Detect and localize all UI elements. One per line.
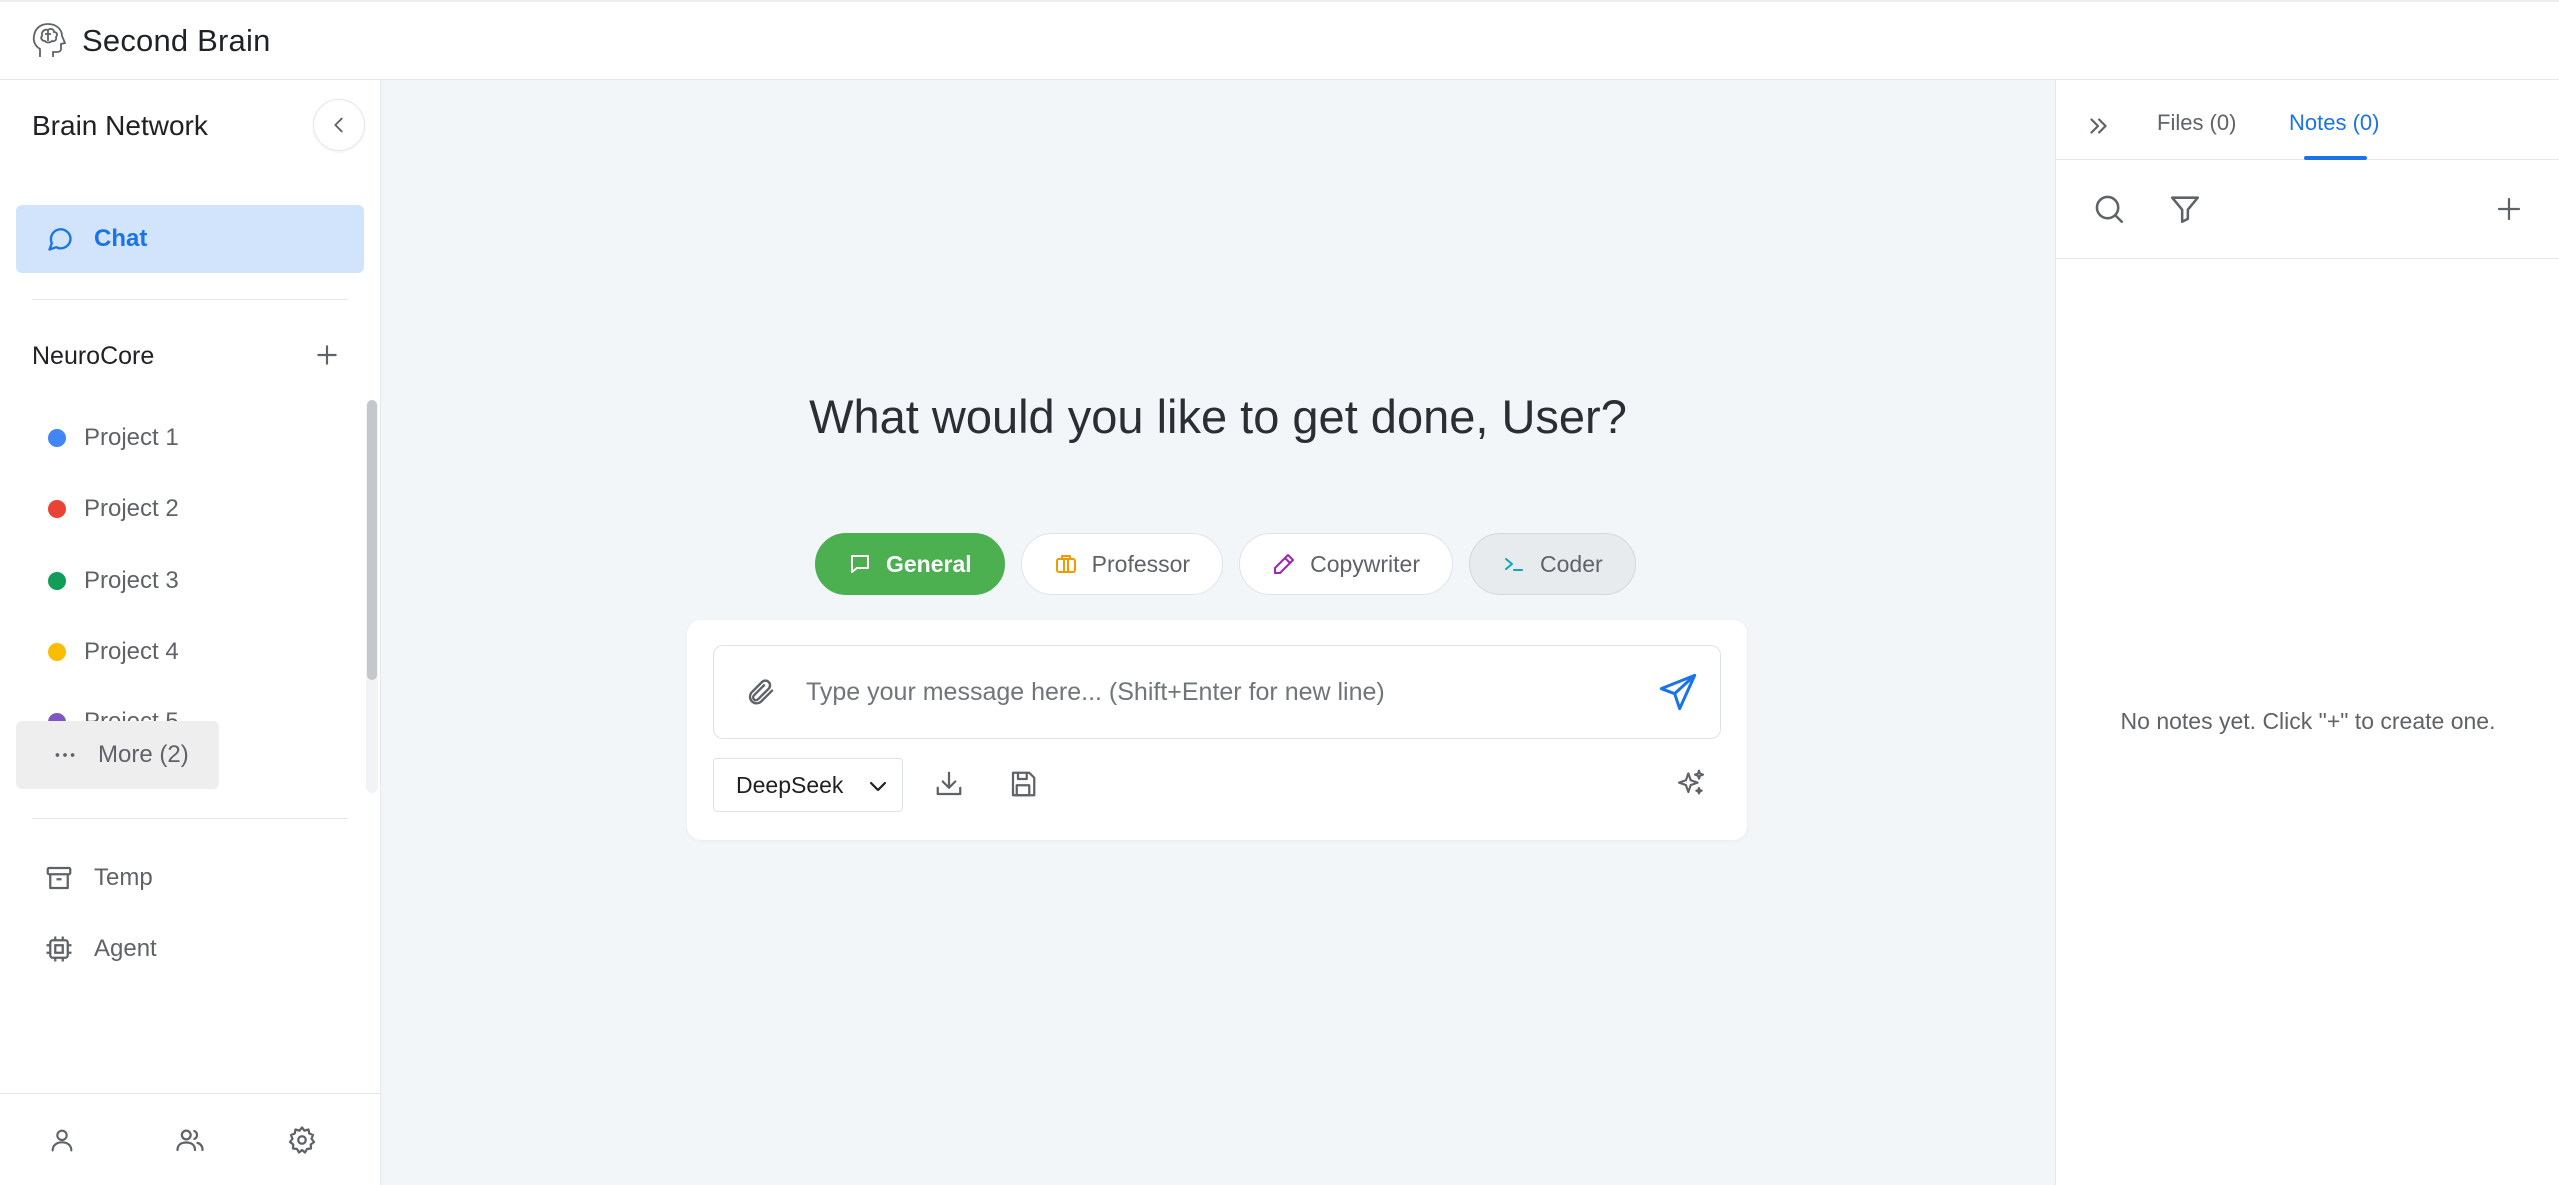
welcome-headline: What would you like to get done, User? <box>809 390 1627 443</box>
plus-icon <box>2497 197 2521 221</box>
main-content: What would you like to get done, User? G… <box>381 80 2055 1185</box>
message-square-icon <box>851 555 869 573</box>
project-scrollbar-thumb[interactable] <box>367 400 377 680</box>
add-project-button[interactable] <box>310 338 344 372</box>
briefcase-icon <box>1055 555 1076 573</box>
archive-icon <box>46 866 72 890</box>
project-color-dot <box>48 572 66 590</box>
filter-notes-button[interactable] <box>2164 188 2206 230</box>
sidebar-item-label: Agent <box>94 935 157 962</box>
mode-label: General <box>886 550 972 577</box>
project-color-dot <box>48 643 66 661</box>
settings-button[interactable] <box>282 1120 322 1160</box>
mode-label: Professor <box>1091 550 1191 577</box>
sidebar-item-temp[interactable]: Temp <box>44 858 153 898</box>
notes-empty-state: No notes yet. Click "+" to create one. <box>2120 708 2496 734</box>
sidebar-header: Brain Network <box>32 110 208 141</box>
model-select-value: DeepSeek <box>736 771 844 798</box>
users-icon <box>176 1129 204 1152</box>
search-notes-button[interactable] <box>2088 188 2130 230</box>
project-item[interactable]: Project 1 <box>48 418 179 458</box>
save-button[interactable] <box>1003 764 1043 804</box>
project-item[interactable]: Project 4 <box>48 632 179 672</box>
sidebar-item-agent[interactable]: Agent <box>44 929 157 969</box>
mode-general-button[interactable]: General <box>815 533 1005 595</box>
project-name: Project 4 <box>84 638 179 665</box>
mode-copywriter-button[interactable]: Copywriter <box>1239 533 1454 595</box>
sidebar: Brain Network Chat NeuroCore Project 1 P… <box>0 80 381 1185</box>
team-button[interactable] <box>170 1120 210 1160</box>
user-icon <box>51 1129 73 1152</box>
pencil-icon <box>1274 554 1295 574</box>
right-panel: Files (0) Notes (0) No notes yet. Click … <box>2055 80 2559 1185</box>
save-icon <box>1011 771 1036 797</box>
chevron-down-icon <box>869 781 887 792</box>
message-input[interactable] <box>806 666 1626 718</box>
expand-panel-button[interactable] <box>2080 108 2116 144</box>
project-name: Project 3 <box>84 567 179 594</box>
app-title: Second Brain <box>82 22 271 58</box>
tab-files[interactable]: Files (0) <box>2157 110 2236 136</box>
sidebar-footer <box>0 1093 381 1185</box>
chevron-left-icon <box>334 117 343 133</box>
chevrons-right-icon <box>2090 118 2107 134</box>
tab-notes[interactable]: Notes (0) <box>2289 110 2379 136</box>
download-icon <box>936 771 962 796</box>
message-composer: DeepSeek <box>687 620 1747 840</box>
paperclip-icon <box>748 679 774 705</box>
mode-coder-button[interactable]: Coder <box>1469 533 1636 595</box>
sidebar-item-label: Chat <box>94 225 148 252</box>
notes-toolbar <box>2056 160 2559 259</box>
profile-button[interactable] <box>42 1120 82 1160</box>
project-name: Project 2 <box>84 495 179 522</box>
project-color-dot <box>48 429 66 447</box>
more-projects-button[interactable]: More (2) <box>16 721 219 789</box>
mode-professor-button[interactable]: Professor <box>1020 533 1224 595</box>
collapse-sidebar-button[interactable] <box>313 99 365 151</box>
project-name: Project 1 <box>84 424 179 451</box>
project-item[interactable]: Project 2 <box>48 489 179 529</box>
enhance-prompt-button[interactable] <box>1671 764 1711 804</box>
brain-head-icon <box>32 22 67 57</box>
settings-icon <box>288 1126 316 1154</box>
mode-selector: General Professor Copywriter Coder <box>815 533 1636 595</box>
terminal-icon <box>1505 558 1524 571</box>
model-select[interactable]: DeepSeek <box>713 758 903 812</box>
top-bar: Second Brain <box>0 0 2559 80</box>
mode-label: Copywriter <box>1310 550 1421 577</box>
divider <box>32 299 348 300</box>
download-button[interactable] <box>929 764 969 804</box>
filter-icon <box>2170 196 2200 224</box>
sidebar-item-label: Temp <box>94 864 153 891</box>
more-projects-label: More (2) <box>98 741 189 768</box>
more-horizontal-icon <box>55 753 75 757</box>
mode-label: Coder <box>1540 550 1603 577</box>
attach-file-button[interactable] <box>740 672 780 712</box>
message-input-box <box>713 645 1721 739</box>
project-color-dot <box>48 500 66 518</box>
sparkles-icon <box>1677 769 1705 795</box>
plus-icon <box>317 345 337 365</box>
send-button[interactable] <box>1654 668 1702 716</box>
right-panel-tabs: Files (0) Notes (0) <box>2056 80 2559 160</box>
cpu-icon <box>46 936 72 962</box>
send-icon <box>1659 673 1697 711</box>
sidebar-item-chat[interactable]: Chat <box>16 205 364 273</box>
search-icon <box>2095 195 2124 224</box>
divider <box>32 818 348 819</box>
add-note-button[interactable] <box>2488 188 2530 230</box>
project-item[interactable]: Project 3 <box>48 561 179 601</box>
message-circle-icon <box>48 228 72 251</box>
section-title: NeuroCore <box>32 342 155 370</box>
